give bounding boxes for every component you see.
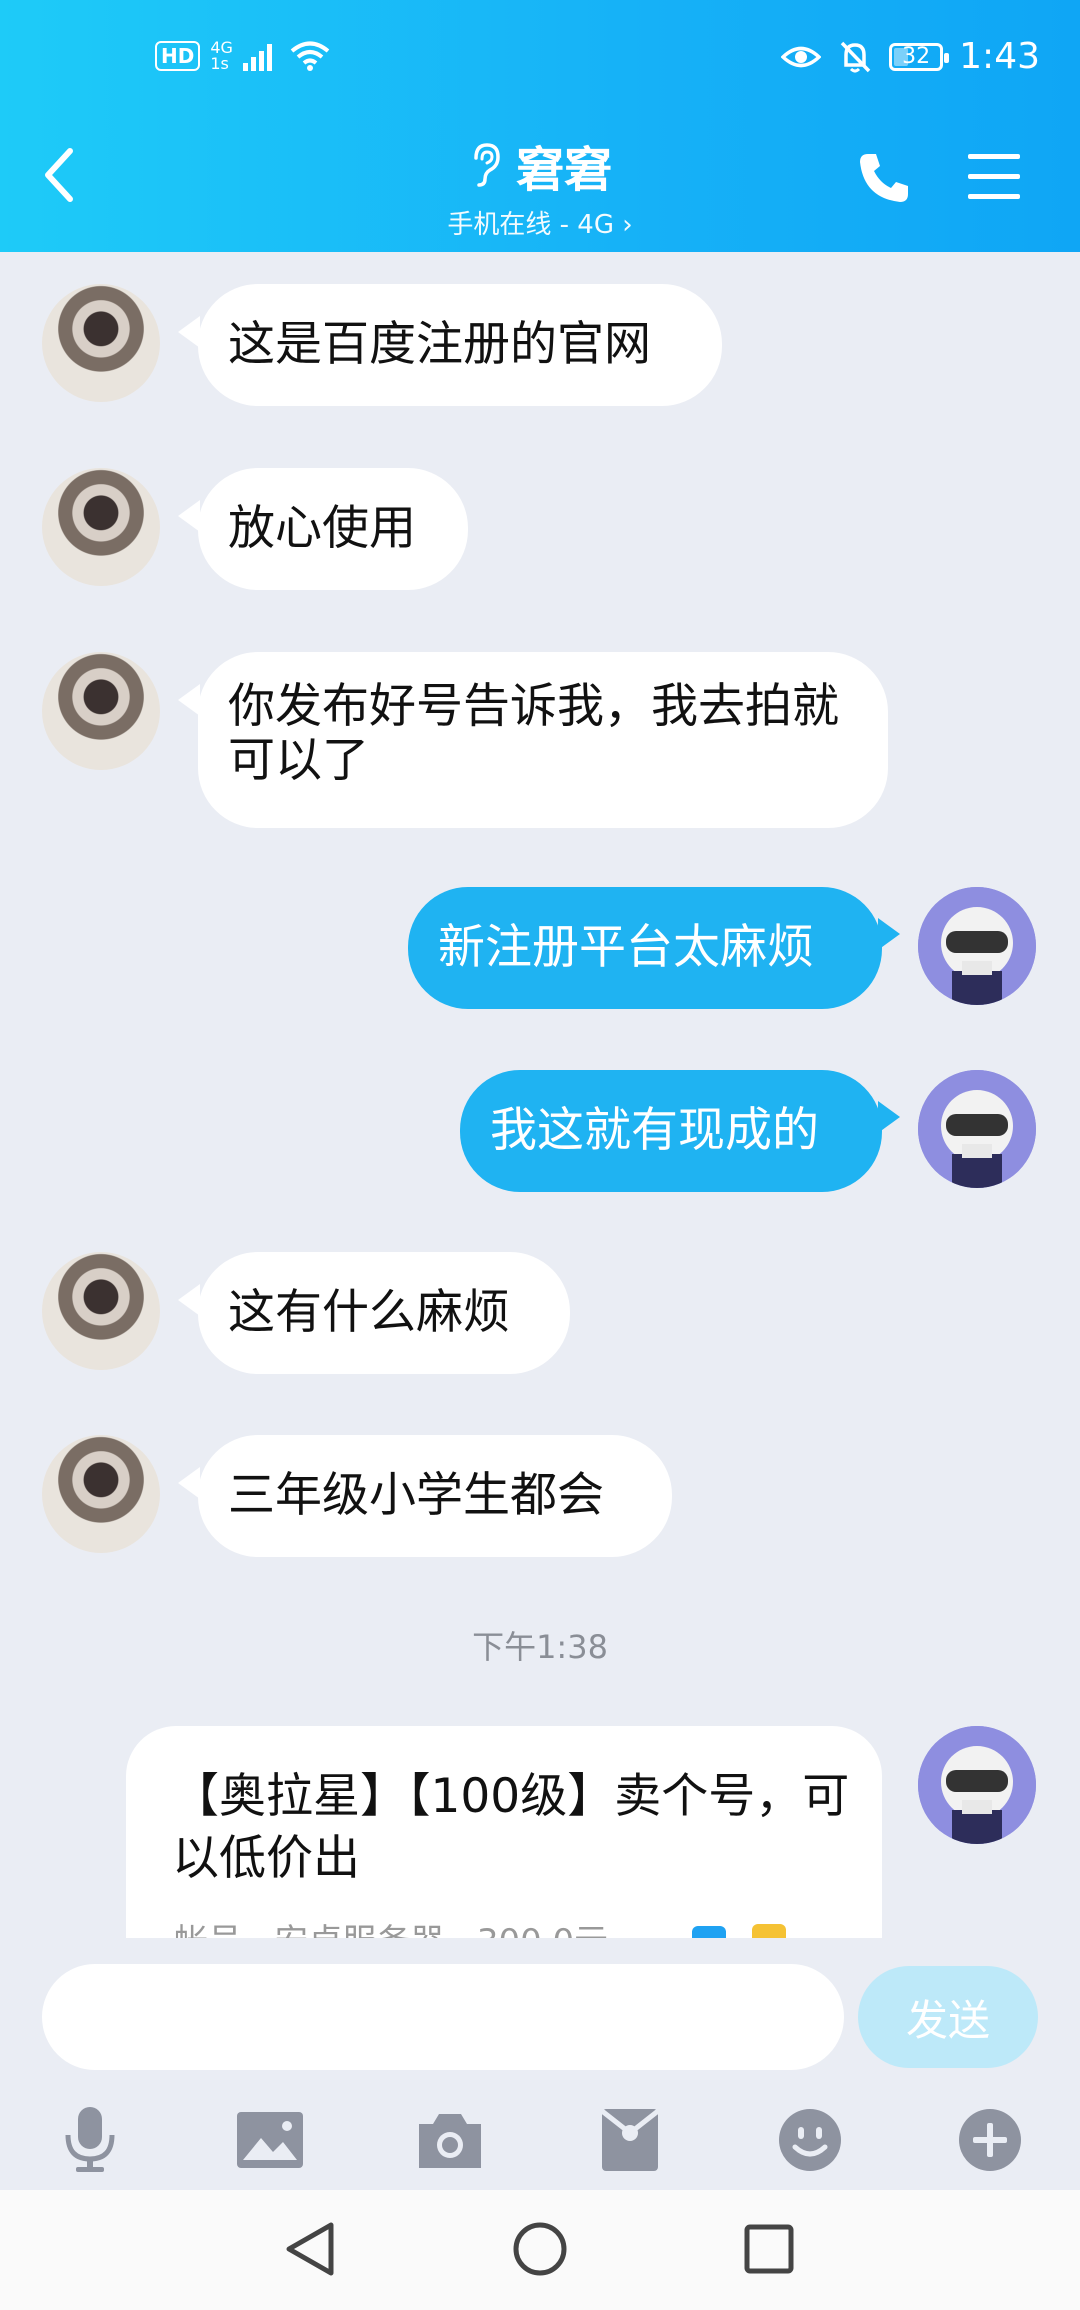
game-thumbnail-icon — [692, 1924, 786, 1938]
triangle-back-icon — [286, 2222, 334, 2276]
incoming-message-bubble[interactable]: 这有什么麻烦 — [198, 1252, 570, 1374]
incoming-message-bubble[interactable]: 这是百度注册的官网 — [198, 284, 722, 406]
listing-card-message[interactable]: 【奥拉星】【100级】卖个号，可以低价出 帐号 · 安卓服务器 · 300.0元 — [126, 1726, 882, 1938]
input-area: 发送 — [0, 1938, 1080, 2188]
status-right: 32 1:43 — [781, 36, 1040, 77]
phone-icon — [860, 154, 908, 202]
menu-button[interactable] — [966, 152, 1026, 208]
hd-badge: HD — [155, 41, 201, 71]
image-icon — [237, 2112, 303, 2168]
outgoing-message-bubble[interactable]: 新注册平台太麻烦 — [408, 887, 882, 1009]
message-text: 新注册平台太麻烦 — [438, 920, 814, 975]
network-type-bottom: 1s — [210, 54, 229, 73]
my-avatar[interactable] — [918, 887, 1036, 1005]
camera-icon — [419, 2114, 481, 2168]
emoji-icon — [779, 2109, 841, 2171]
contact-avatar[interactable] — [42, 1435, 160, 1553]
chat-title-area[interactable]: 窘窘 手机在线 - 4G › — [0, 130, 1080, 241]
nav-home-button[interactable] — [505, 2214, 575, 2284]
nav-back-button[interactable] — [274, 2214, 344, 2284]
battery-indicator: 32 — [889, 42, 950, 71]
eye-icon — [781, 46, 822, 67]
battery-level: 32 — [902, 44, 931, 69]
camera-button[interactable] — [410, 2100, 490, 2180]
helmet-avatar-icon — [918, 1726, 1036, 1844]
microphone-icon — [65, 2107, 115, 2172]
status-left: HD 4G 1s — [155, 40, 331, 72]
message-text: 放心使用 — [228, 501, 416, 556]
signal-icon — [242, 44, 272, 71]
clock: 1:43 — [959, 36, 1040, 77]
chat-message-list[interactable]: 这是百度注册的官网 放心使用 你发布好号告诉我，我去拍就可以了 新注册平台太麻烦… — [0, 252, 1080, 1938]
system-nav-bar — [0, 2190, 1080, 2310]
ear-icon — [474, 143, 500, 187]
send-button[interactable]: 发送 — [858, 1966, 1038, 2068]
photo-button[interactable] — [230, 2100, 310, 2180]
call-button[interactable] — [856, 150, 916, 210]
helmet-avatar-icon — [918, 1070, 1036, 1188]
chevron-right-icon: › — [622, 210, 633, 240]
message-text: 这有什么麻烦 — [228, 1285, 510, 1340]
incoming-message-bubble[interactable]: 你发布好号告诉我，我去拍就可以了 — [198, 652, 888, 828]
title-bar: 窘窘 手机在线 - 4G › — [0, 130, 1080, 240]
helmet-avatar-icon — [918, 887, 1036, 1005]
message-input[interactable] — [42, 1964, 844, 2070]
time-separator: 下午1:38 — [472, 1628, 608, 1666]
more-button[interactable] — [950, 2100, 1030, 2180]
red-packet-button[interactable] — [590, 2100, 670, 2180]
outgoing-message-bubble[interactable]: 我这就有现成的 — [460, 1070, 882, 1192]
app-header: HD 4G 1s 32 1:43 窘窘 手机在线 - 4G › — [0, 0, 1080, 252]
hamburger-menu-icon — [968, 154, 1020, 199]
circle-home-icon — [513, 2222, 567, 2276]
incoming-message-bubble[interactable]: 放心使用 — [198, 468, 468, 590]
red-packet-icon — [600, 2109, 660, 2171]
online-status: 手机在线 - 4G › — [0, 204, 1080, 241]
square-recents-icon — [744, 2224, 794, 2274]
my-avatar[interactable] — [918, 1726, 1036, 1844]
contact-avatar[interactable] — [42, 284, 160, 402]
message-text: 我这就有现成的 — [490, 1103, 819, 1158]
voice-button[interactable] — [50, 2100, 130, 2180]
status-bar: HD 4G 1s 32 1:43 — [0, 28, 1080, 98]
listing-card-meta: 帐号 · 安卓服务器 · 300.0元 — [174, 1914, 608, 1938]
input-toolbar — [0, 2100, 1080, 2190]
contact-avatar[interactable] — [42, 1252, 160, 1370]
wifi-icon — [290, 41, 330, 71]
nav-recents-button[interactable] — [734, 2214, 804, 2284]
message-text: 三年级小学生都会 — [228, 1468, 604, 1523]
message-text: 这是百度注册的官网 — [228, 317, 651, 372]
emoji-button[interactable] — [770, 2100, 850, 2180]
my-avatar[interactable] — [918, 1070, 1036, 1188]
contact-avatar[interactable] — [42, 468, 160, 586]
mute-bell-icon — [840, 41, 871, 72]
online-status-text: 手机在线 - 4G — [447, 210, 614, 240]
contact-avatar[interactable] — [42, 652, 160, 770]
contact-name: 窘窘 — [515, 142, 612, 198]
listing-card-title: 【奥拉星】【100级】卖个号，可以低价出 — [172, 1769, 850, 1886]
incoming-message-bubble[interactable]: 三年级小学生都会 — [198, 1435, 672, 1557]
message-text: 你发布好号告诉我，我去拍就可以了 — [228, 679, 839, 788]
network-type: 4G 1s — [210, 40, 233, 72]
plus-icon — [959, 2109, 1021, 2171]
